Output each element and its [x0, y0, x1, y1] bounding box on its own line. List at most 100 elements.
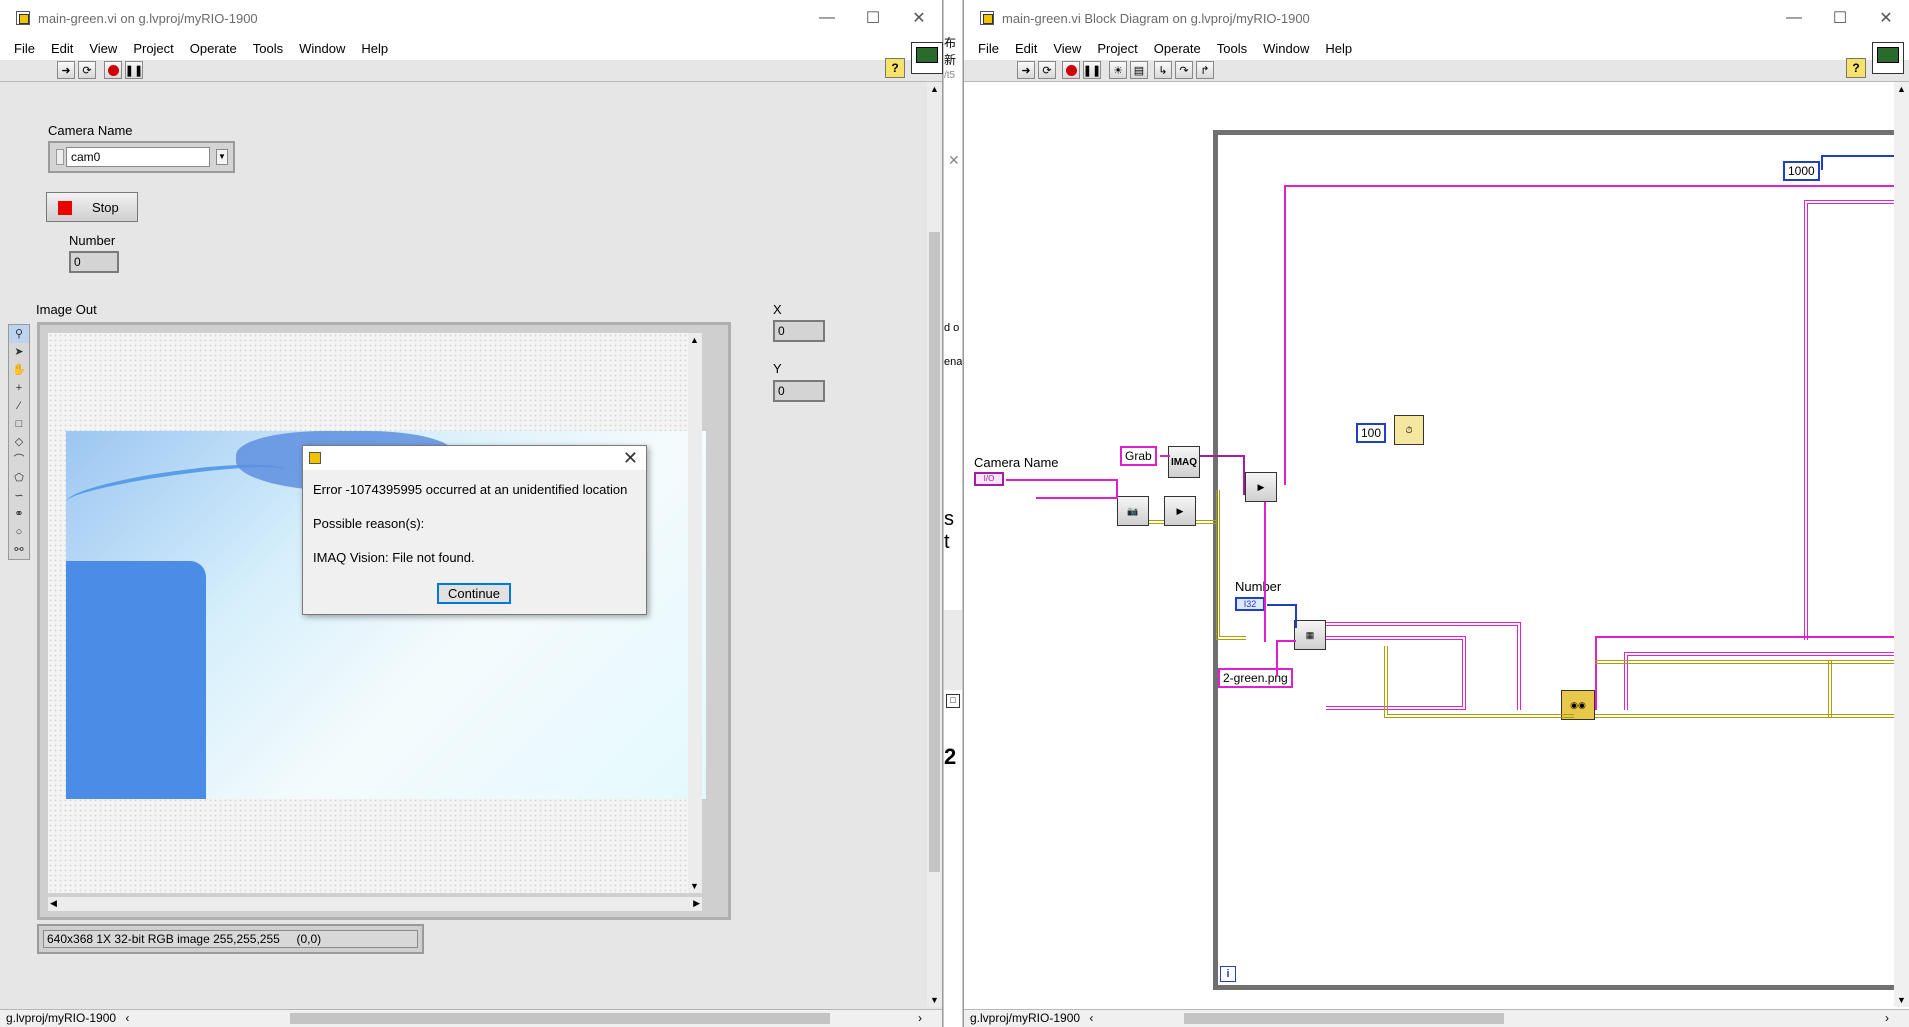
- image-info-text: 640x368 1X 32-bit RGB image 255,255,255 …: [43, 930, 418, 948]
- menu-help[interactable]: Help: [361, 41, 388, 56]
- step-out-icon[interactable]: ↱: [1196, 61, 1214, 79]
- polygon-tool-icon[interactable]: ⬠: [9, 469, 29, 487]
- scroll-down-arrow-icon[interactable]: ▼: [690, 881, 699, 891]
- line-tool-icon[interactable]: ∕: [9, 397, 29, 415]
- bg-fragment-1: 布新: [944, 36, 957, 67]
- run-continuously-icon[interactable]: ⟳: [78, 61, 96, 79]
- bd-vertical-scrollbar[interactable]: ▲ ▼: [1894, 82, 1909, 1007]
- step-over-icon[interactable]: ↷: [1175, 61, 1193, 79]
- point-tool-icon[interactable]: +: [9, 379, 29, 397]
- menu-operate[interactable]: Operate: [190, 41, 237, 56]
- imaq-write-file-node[interactable]: ▦: [1294, 620, 1326, 650]
- bd-menu-edit[interactable]: Edit: [1015, 41, 1037, 56]
- run-arrow-icon[interactable]: ➜: [57, 61, 75, 79]
- front-panel-vertical-scrollbar[interactable]: ▲ ▼: [927, 82, 942, 1007]
- front-panel-titlebar[interactable]: main-green.vi on g.lvproj/myRIO-1900 — ☐…: [0, 0, 942, 36]
- bd-menu-operate[interactable]: Operate: [1154, 41, 1201, 56]
- zoom-tool-icon[interactable]: ⚲: [9, 325, 29, 343]
- wire-refnum-1: [1149, 520, 1164, 524]
- minimize-button[interactable]: —: [804, 0, 850, 36]
- pause-icon[interactable]: ❚❚: [125, 61, 143, 79]
- freehand-tool-icon[interactable]: ∽: [9, 487, 29, 505]
- camera-name-terminal[interactable]: I/O: [974, 472, 1004, 486]
- image-horizontal-scrollbar[interactable]: ◀ ▶: [48, 897, 702, 911]
- menu-window[interactable]: Window: [299, 41, 345, 56]
- grab-const[interactable]: Grab: [1120, 446, 1157, 466]
- bd-menu-view[interactable]: View: [1053, 41, 1081, 56]
- camera-name-control[interactable]: cam0 ▼: [48, 141, 235, 173]
- bd-hscroll-thumb[interactable]: [1184, 1013, 1504, 1024]
- scroll-left-arrow-icon[interactable]: ◀: [50, 898, 57, 909]
- menu-file[interactable]: File: [14, 41, 35, 56]
- block-diagram-titlebar[interactable]: main-green.vi Block Diagram on g.lvproj/…: [964, 0, 1909, 36]
- scroll-right-arrow-icon[interactable]: ▶: [693, 898, 700, 909]
- rectangle-tool-icon[interactable]: □: [9, 415, 29, 433]
- bd-run-arrow-icon[interactable]: ➜: [1017, 61, 1035, 79]
- bd-context-help-icon[interactable]: ?: [1846, 58, 1866, 78]
- imaq-refnum-node[interactable]: IMAQ: [1168, 446, 1200, 478]
- menu-edit[interactable]: Edit: [51, 41, 73, 56]
- bd-menu-project[interactable]: Project: [1097, 41, 1137, 56]
- stop-button[interactable]: Stop: [46, 192, 138, 222]
- imaqdx-open-camera-node[interactable]: 📷: [1117, 496, 1149, 526]
- bd-scroll-down-icon[interactable]: ▼: [1897, 995, 1906, 1005]
- menu-project[interactable]: Project: [133, 41, 173, 56]
- wire-refnum-bottom: [1384, 646, 1574, 718]
- bg-fragment-4: ena: [944, 356, 963, 368]
- image-vertical-scrollbar[interactable]: ▲ ▼: [688, 333, 702, 893]
- fp-scroll-up-icon[interactable]: ▲: [930, 84, 939, 94]
- bd-abort-icon[interactable]: [1062, 61, 1080, 79]
- bd-status-scroll-left-icon[interactable]: ‹: [1089, 1011, 1093, 1025]
- imaqdx-configure-grab-node[interactable]: ▶: [1164, 496, 1196, 526]
- bd-pause-icon[interactable]: ❚❚: [1083, 61, 1101, 79]
- oval-tool-icon[interactable]: ○: [9, 523, 29, 541]
- step-into-icon[interactable]: ↳: [1154, 61, 1172, 79]
- bd-run-continuously-icon[interactable]: ⟳: [1038, 61, 1056, 79]
- fp-vscroll-thumb[interactable]: [929, 232, 940, 872]
- status-scroll-left-icon[interactable]: ‹: [125, 1011, 129, 1025]
- bd-maximize-button[interactable]: ☐: [1817, 0, 1863, 36]
- bd-menu-tools[interactable]: Tools: [1217, 41, 1247, 56]
- context-help-icon[interactable]: ?: [885, 58, 905, 78]
- rotated-rect-tool-icon[interactable]: ◇: [9, 433, 29, 451]
- fp-scroll-down-icon[interactable]: ▼: [930, 995, 939, 1005]
- scroll-up-arrow-icon[interactable]: ▲: [690, 335, 699, 345]
- wire-file-name: [1276, 640, 1296, 676]
- front-panel-window: main-green.vi on g.lvproj/myRIO-1900 — ☐…: [0, 0, 943, 1027]
- broken-line-tool-icon[interactable]: ⚯: [9, 541, 29, 559]
- pointer-tool-icon[interactable]: ➤: [9, 343, 29, 361]
- toolbar: ➜ ⟳ ❚❚: [0, 60, 942, 82]
- const-1000[interactable]: 1000: [1783, 161, 1820, 181]
- bd-menu-window[interactable]: Window: [1263, 41, 1309, 56]
- abort-icon[interactable]: [104, 61, 122, 79]
- dialog-close-icon[interactable]: ✕: [623, 448, 638, 469]
- bd-menu-file[interactable]: File: [978, 41, 999, 56]
- front-panel-statusbar: g.lvproj/myRIO-1900 ‹ ›: [0, 1009, 942, 1027]
- bd-close-button[interactable]: ✕: [1863, 0, 1909, 36]
- close-button[interactable]: ✕: [896, 0, 942, 36]
- bd-scroll-up-icon[interactable]: ▲: [1897, 84, 1906, 94]
- annulus-tool-icon[interactable]: ⌒: [9, 451, 29, 469]
- stop-label: Stop: [92, 200, 119, 215]
- camera-name-value[interactable]: cam0: [66, 147, 210, 167]
- status-scroll-right-icon[interactable]: ›: [918, 1010, 922, 1026]
- freehand-region-tool-icon[interactable]: ⚭: [9, 505, 29, 523]
- menu-tools[interactable]: Tools: [253, 41, 283, 56]
- bd-status-scroll-right-icon[interactable]: ›: [1885, 1010, 1889, 1026]
- image-display[interactable]: ▲ ▼ ◀ ▶: [37, 322, 731, 920]
- dialog-titlebar[interactable]: ✕: [303, 446, 646, 470]
- dropdown-arrow-icon[interactable]: ▼: [216, 149, 228, 165]
- bd-minimize-button[interactable]: —: [1771, 0, 1817, 36]
- retain-wire-values-icon[interactable]: ▤: [1130, 61, 1148, 79]
- bd-menu-help[interactable]: Help: [1325, 41, 1352, 56]
- wire-refnum-2: [1196, 520, 1216, 524]
- continue-button[interactable]: Continue: [437, 583, 511, 604]
- pan-tool-icon[interactable]: ✋: [9, 361, 29, 379]
- imaqdx-grab-node[interactable]: ▶: [1245, 472, 1277, 502]
- maximize-button[interactable]: ☐: [850, 0, 896, 36]
- fp-hscroll-thumb[interactable]: [290, 1013, 830, 1024]
- bg-close-icon[interactable]: ✕: [948, 152, 960, 169]
- highlight-execution-icon[interactable]: ☀: [1109, 61, 1127, 79]
- possible-reasons-label: Possible reason(s):: [313, 516, 425, 531]
- menu-view[interactable]: View: [89, 41, 117, 56]
